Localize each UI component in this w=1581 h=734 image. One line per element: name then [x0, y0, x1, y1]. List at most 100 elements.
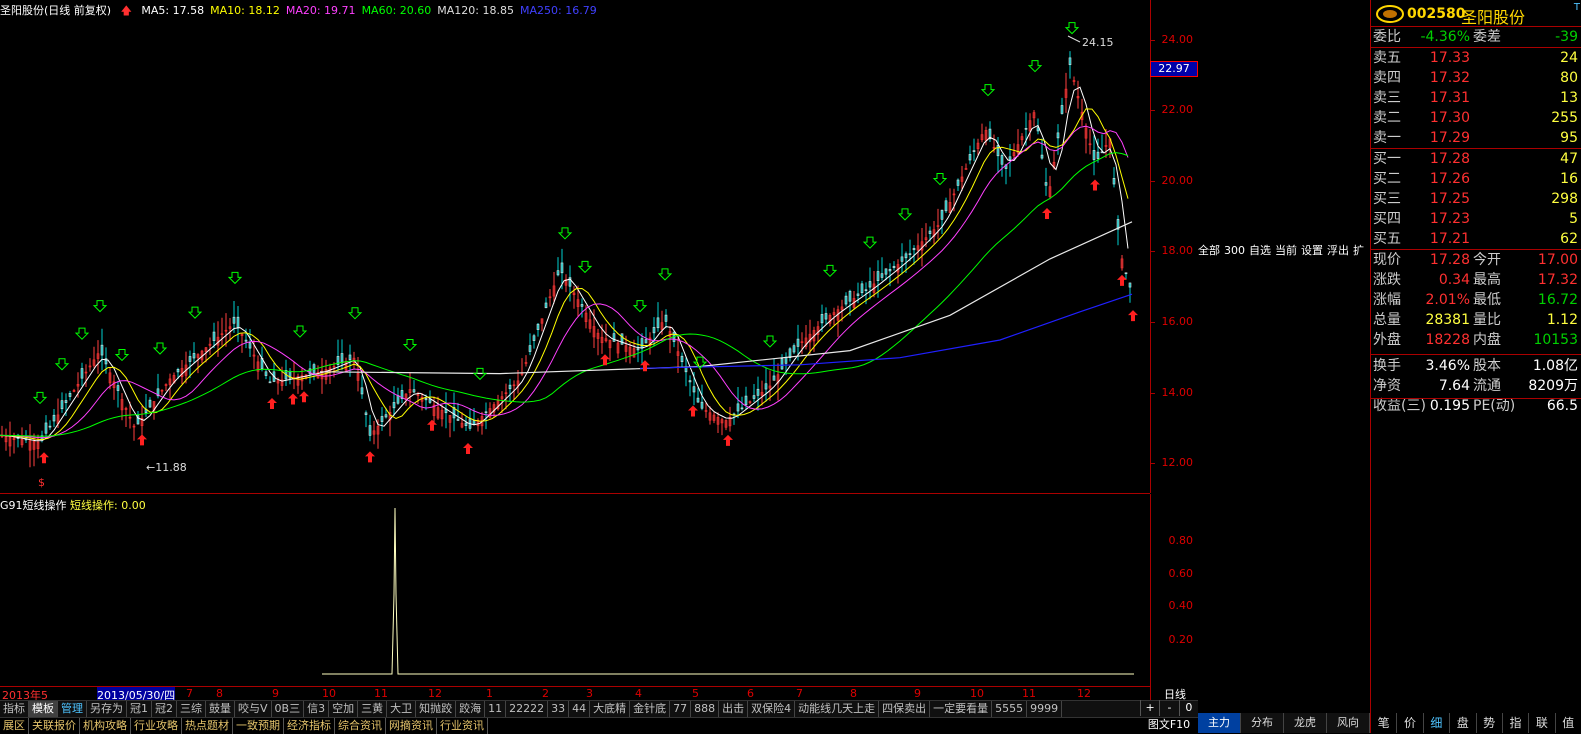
template-tab[interactable]: 44 — [569, 701, 591, 717]
quote-value: 0.34 — [1438, 272, 1470, 288]
side-tab[interactable]: 龙虎 — [1284, 713, 1327, 733]
ask-row: 卖四 17.32 80 — [1371, 68, 1581, 88]
template-tab[interactable]: 33 — [548, 701, 570, 717]
candle-body — [528, 345, 532, 352]
quote-tab[interactable]: 笔 — [1371, 713, 1398, 733]
template-tab[interactable]: 11 — [485, 701, 507, 717]
template-tab[interactable]: 冠1 — [127, 701, 152, 717]
template-tab[interactable]: 跤海 — [456, 701, 486, 717]
indicator-name: G91短线操作 — [0, 499, 67, 512]
bottom-link[interactable]: 经济指标 — [284, 718, 335, 734]
template-tab[interactable]: 22222 — [506, 701, 549, 717]
quote-tab[interactable]: 指 — [1503, 713, 1530, 733]
bottom-link[interactable]: 关联报价 — [29, 718, 80, 734]
period-label[interactable]: 日线 — [1150, 686, 1200, 701]
template-tab[interactable]: 咬与V — [235, 701, 272, 717]
quote-tab[interactable]: 价 — [1397, 713, 1424, 733]
bottom-link[interactable]: 综合资讯 — [335, 718, 386, 734]
side-menu-item[interactable]: 300 — [1224, 244, 1245, 257]
indicator-axis: 0.80 0.60 0.40 0.20 — [1150, 494, 1200, 686]
template-tab[interactable]: 大卫 — [387, 701, 417, 717]
bottom-link[interactable]: 机构攻略 — [80, 718, 131, 734]
kline-chart[interactable]: 24.15 ←11.88 $ — [0, 0, 1150, 494]
template-tab[interactable]: 金针底 — [630, 701, 671, 717]
template-tab[interactable]: 冠2 — [152, 701, 177, 717]
template-tab[interactable]: 知抛跤 — [416, 701, 457, 717]
quote-value: 17.00 — [1537, 252, 1578, 268]
quote-row: 换手 3.46% 股本 1.08亿 — [1371, 356, 1581, 376]
candle-body — [360, 387, 364, 395]
quote-value: 47 — [1560, 151, 1578, 167]
bottom-link[interactable]: 热点题材 — [182, 718, 233, 734]
template-tab[interactable]: 888 — [691, 701, 720, 717]
template-tab[interactable]: 模板 — [29, 701, 58, 717]
quote-tab[interactable]: 细 — [1424, 713, 1451, 733]
quote-tab[interactable]: 势 — [1477, 713, 1503, 733]
ma-legend: 圣阳股份(日线 前复权) 🡅 MA5: 17.58 MA10: 18.12 MA20… — [0, 2, 609, 21]
candle-body — [824, 313, 828, 320]
template-tab[interactable]: 0B三 — [272, 701, 305, 717]
side-menu-item[interactable]: 设置 — [1301, 244, 1323, 257]
bottom-link[interactable]: 行业资讯 — [437, 718, 488, 734]
ma-line — [639, 293, 1133, 369]
template-tab[interactable]: 信3 — [304, 701, 330, 717]
sell-arrow-icon — [74, 327, 90, 340]
bottom-link[interactable]: 一致预期 — [233, 718, 284, 734]
side-panel-tabs: 主力 分布 龙虎 风向 — [1198, 713, 1370, 733]
side-menu-item[interactable]: 当前 — [1275, 244, 1297, 257]
template-tab[interactable]: 另存为 — [87, 701, 127, 717]
template-tab[interactable]: 指标 — [0, 701, 29, 717]
quote-tab[interactable]: 盘 — [1450, 713, 1477, 733]
candle-body — [696, 397, 700, 403]
template-tab[interactable]: 大底精 — [590, 701, 631, 717]
bottom-link[interactable]: 网摘资讯 — [386, 718, 437, 734]
date-label: 7 — [796, 687, 803, 700]
quote-tab[interactable]: 值 — [1556, 713, 1581, 733]
zoom-button[interactable]: 0 — [1178, 700, 1198, 716]
bottom-link[interactable]: 展区 — [0, 718, 29, 734]
template-tab[interactable]: 动能线几天上走 — [795, 701, 880, 717]
zoom-button[interactable]: + — [1140, 700, 1159, 716]
template-tab[interactable]: 9999 — [1027, 701, 1063, 717]
template-tab[interactable]: 管理 — [58, 701, 87, 717]
template-tab[interactable]: 双保险4 — [748, 701, 796, 717]
side-tab[interactable]: 分布 — [1241, 713, 1284, 733]
candle-body — [652, 327, 656, 334]
tick-mark — [1151, 40, 1155, 41]
candle-body — [792, 345, 796, 353]
side-menu-item[interactable]: 自选 — [1249, 244, 1271, 257]
indicator-chart[interactable] — [0, 494, 1150, 686]
template-tab[interactable]: 三综 — [177, 701, 206, 717]
quote-tab[interactable]: 联 — [1529, 713, 1556, 733]
template-tab[interactable]: 鼓量 — [206, 701, 235, 717]
date-label: 1 — [486, 687, 493, 700]
candle-body — [636, 348, 640, 351]
side-tab[interactable]: 主力 — [1198, 713, 1241, 733]
template-tab[interactable]: 四保卖出 — [879, 701, 931, 717]
quote-label: 今开 — [1473, 252, 1501, 268]
side-menu-item[interactable]: 浮出 — [1327, 244, 1349, 257]
ask-row: 卖五 17.33 24 — [1371, 48, 1581, 68]
template-tab[interactable]: 三黄 — [358, 701, 388, 717]
zoom-button[interactable]: - — [1159, 700, 1178, 716]
buy-arrow-icon — [299, 391, 309, 403]
template-tab[interactable]: 空加 — [329, 701, 359, 717]
side-menu-item[interactable]: 全部 — [1198, 244, 1220, 257]
candle-body — [912, 248, 916, 251]
candle-body — [1124, 272, 1128, 275]
quote-bottom-tabs: 笔价细盘势指联值 — [1371, 713, 1581, 733]
high-annotation: 24.15 — [1082, 36, 1114, 49]
quote-label: 外盘 — [1373, 332, 1401, 348]
template-tab[interactable]: 5555 — [992, 701, 1028, 717]
candle-body — [740, 407, 744, 410]
quote-value: 17.25 — [1429, 191, 1470, 207]
tuwen-f10-button[interactable]: 图文F10 — [1140, 717, 1198, 733]
quote-label: 现价 — [1373, 252, 1401, 268]
side-menu-item[interactable]: 扩 — [1353, 244, 1364, 257]
template-tab[interactable]: 77 — [670, 701, 692, 717]
template-tab[interactable]: 出击 — [719, 701, 749, 717]
side-tab[interactable]: 风向 — [1327, 713, 1370, 733]
bottom-link[interactable]: 行业攻略 — [131, 718, 182, 734]
template-tab[interactable]: 一定要看量 — [930, 701, 993, 717]
buy-arrow-icon — [137, 434, 147, 446]
